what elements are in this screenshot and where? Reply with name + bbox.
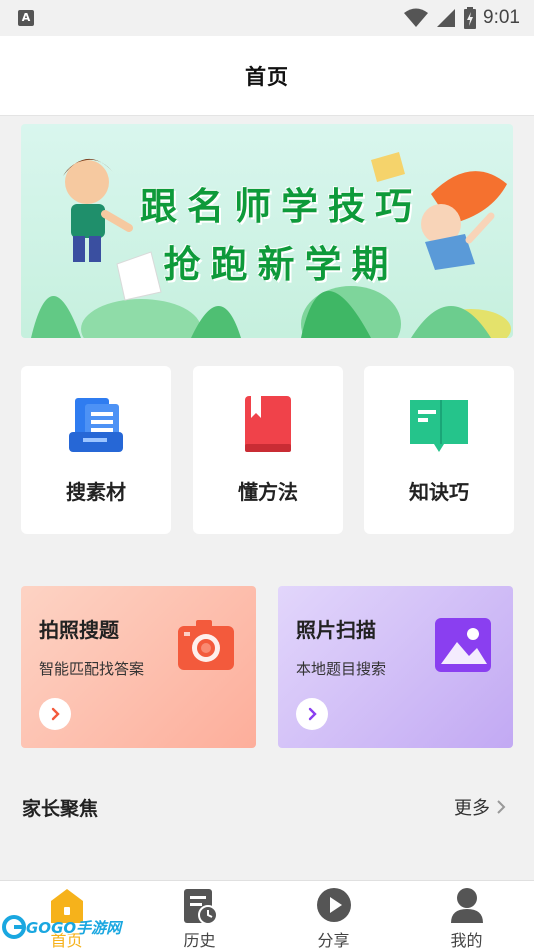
- more-link[interactable]: 更多: [454, 794, 506, 820]
- wifi-icon: [404, 8, 429, 27]
- user-icon: [450, 888, 483, 923]
- image-icon: [435, 618, 491, 672]
- document-stack-icon: [69, 398, 123, 452]
- camera-icon: [178, 620, 234, 670]
- history-icon: [183, 889, 218, 925]
- app-notification-icon: A: [18, 10, 34, 26]
- category-card-tips[interactable]: 知诀巧: [364, 366, 514, 534]
- watermark-logo-icon: [2, 915, 26, 939]
- chevron-right-icon: [497, 800, 506, 814]
- category-card-materials[interactable]: 搜素材: [21, 366, 171, 534]
- feature-subtitle: 本地题目搜索: [296, 660, 387, 678]
- tab-label: 历史: [183, 931, 216, 950]
- category-label: 懂方法: [238, 480, 298, 504]
- feature-title: 照片扫描: [296, 618, 376, 642]
- banner-headline-2: 抢跑新学期: [163, 243, 399, 286]
- photo-scan-card[interactable]: 照片扫描 本地题目搜索: [278, 586, 513, 748]
- chevron-right-icon[interactable]: [296, 698, 328, 730]
- status-icons: 9:01: [403, 6, 520, 30]
- banner-illustration: [31, 152, 511, 338]
- battery-icon: [464, 7, 477, 29]
- promo-banner[interactable]: 跟名师学技巧 抢跑新学期: [21, 124, 513, 338]
- tab-history[interactable]: 历史: [133, 887, 266, 950]
- section-title: 家长聚焦: [22, 798, 99, 820]
- share-play-icon: [316, 888, 351, 922]
- tab-label: 分享: [317, 931, 350, 950]
- more-label: 更多: [454, 798, 490, 819]
- photo-search-card[interactable]: 拍照搜题 智能匹配找答案: [21, 586, 256, 748]
- category-label: 搜素材: [66, 480, 126, 504]
- status-bar: A 9:01: [0, 0, 534, 36]
- chevron-right-icon[interactable]: [39, 698, 71, 730]
- tab-label: 我的: [450, 931, 483, 950]
- site-watermark: GOGO手游网: [2, 912, 121, 942]
- tab-share[interactable]: 分享: [267, 887, 400, 950]
- feature-subtitle: 智能匹配找答案: [39, 660, 145, 678]
- watermark-text: GOGO手游网: [26, 918, 122, 937]
- tab-profile[interactable]: 我的: [400, 887, 533, 950]
- page-title: 首页: [245, 64, 289, 89]
- clock: 9:01: [483, 7, 520, 28]
- signal-icon: [437, 9, 456, 27]
- green-book-icon: [410, 400, 468, 452]
- feature-title: 拍照搜题: [39, 618, 119, 642]
- category-card-methods[interactable]: 懂方法: [193, 366, 343, 534]
- red-book-icon: [245, 396, 291, 452]
- app-header: 首页: [0, 36, 534, 116]
- banner-headline-1: 跟名师学技巧: [140, 185, 422, 228]
- category-label: 知诀巧: [409, 480, 469, 504]
